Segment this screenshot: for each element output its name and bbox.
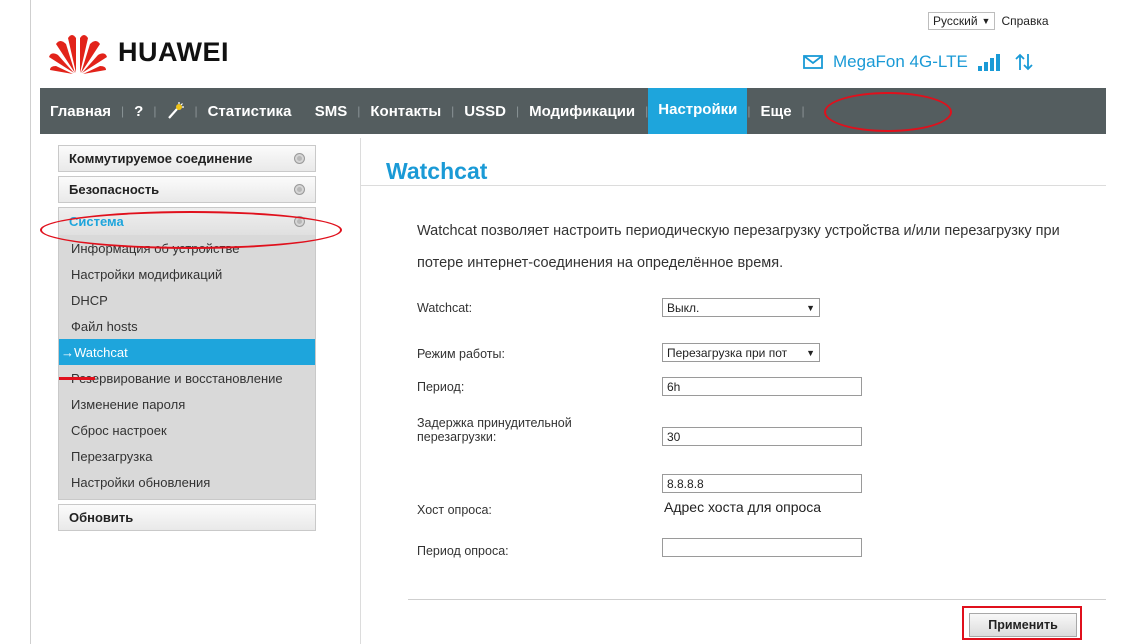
host-label: Хост опроса: [417, 503, 492, 517]
page-title: Watchcat [386, 158, 488, 184]
operator-status: MegaFon 4G-LTE [803, 52, 1034, 72]
delay-input[interactable]: 30 [662, 427, 862, 446]
sidebar-item-backup[interactable]: Резервирование и восстановление [59, 365, 315, 391]
highlight-watchcat-underline [59, 377, 95, 380]
nav-separator: | [801, 104, 805, 118]
sidebar: Коммутируемое соединение Безопасность Си… [58, 145, 316, 535]
form-footer-divider [408, 599, 1106, 600]
sidebar-item-password[interactable]: Изменение пароля [59, 391, 315, 417]
sidebar-system[interactable]: Система [59, 208, 315, 235]
nav-more[interactable]: Еще [751, 88, 802, 134]
wizard-icon [168, 102, 185, 119]
content-divider [360, 138, 361, 644]
collapse-icon [294, 216, 305, 227]
sidebar-item-mod-settings[interactable]: Настройки модификаций [59, 261, 315, 287]
sidebar-system-group: Система Информация об устройстве Настрой… [58, 207, 316, 500]
period-label: Период: [417, 380, 465, 394]
sidebar-dialup-label: Коммутируемое соединение [69, 151, 253, 166]
main-navbar: Главная | ? | | Статистика SMS | Контакт… [40, 88, 1106, 134]
sidebar-item-watchcat[interactable]: →Watchcat [59, 339, 315, 365]
top-links: Русский ▼ Справка [928, 12, 1049, 30]
mode-select[interactable]: Перезагрузка при пот ▼ [662, 343, 820, 362]
envelope-icon[interactable] [803, 55, 823, 69]
poll-period-input[interactable] [662, 538, 862, 557]
nav-ussd[interactable]: USSD [454, 88, 516, 134]
sidebar-item-reboot[interactable]: Перезагрузка [59, 443, 315, 469]
language-select[interactable]: Русский ▼ [928, 12, 996, 30]
sidebar-item-update-settings[interactable]: Настройки обновления [59, 469, 315, 495]
expand-icon [294, 184, 305, 195]
sidebar-item-hosts[interactable]: Файл hosts [59, 313, 315, 339]
help-link[interactable]: Справка [1001, 14, 1048, 28]
poll-period-label: Период опроса: [417, 544, 509, 558]
nav-modifications[interactable]: Модификации [519, 88, 645, 134]
title-divider [360, 185, 1106, 186]
sidebar-item-device-info[interactable]: Информация об устройстве [59, 235, 315, 261]
delay-label: Задержка принудительной перезагрузки: [417, 416, 572, 444]
chevron-down-icon: ▼ [806, 302, 815, 313]
huawei-logo: HUAWEI [48, 30, 229, 74]
nav-sms[interactable]: SMS [305, 88, 358, 134]
watchcat-select[interactable]: Выкл. ▼ [662, 298, 820, 317]
signal-strength-icon [977, 54, 1000, 71]
mode-label: Режим работы: [417, 347, 505, 361]
watchcat-select-value: Выкл. [667, 300, 700, 315]
apply-button[interactable]: Применить [969, 613, 1077, 637]
highlight-apply-box: Применить [962, 606, 1082, 640]
host-input[interactable]: 8.8.8.8 [662, 474, 862, 493]
huawei-flower-icon [49, 35, 107, 74]
host-hint: Адрес хоста для опроса [664, 499, 822, 515]
brand-name: HUAWEI [118, 36, 229, 67]
nav-statistics[interactable]: Статистика [198, 88, 302, 134]
page-description: Watchcat позволяет настроить периодическ… [417, 223, 1060, 271]
sidebar-item-reset[interactable]: Сброс настроек [59, 417, 315, 443]
data-transfer-icon [1015, 53, 1033, 71]
chevron-down-icon: ▼ [981, 16, 991, 26]
sidebar-update-label: Обновить [69, 510, 134, 525]
sidebar-item-dhcp[interactable]: DHCP [59, 287, 315, 313]
sidebar-dialup[interactable]: Коммутируемое соединение [58, 145, 316, 172]
operator-name: MegaFon 4G-LTE [833, 52, 968, 71]
nav-wizard[interactable] [156, 88, 194, 134]
sidebar-system-label: Система [69, 214, 124, 229]
watchcat-label: Watchcat: [417, 301, 473, 315]
nav-settings[interactable]: Настройки [648, 88, 748, 134]
nav-home[interactable]: Главная [40, 88, 121, 134]
mode-select-value: Перезагрузка при пот [667, 345, 788, 360]
sidebar-security[interactable]: Безопасность [58, 176, 316, 203]
sidebar-update[interactable]: Обновить [58, 504, 316, 531]
language-value: Русский [933, 14, 978, 28]
nav-help[interactable]: ? [124, 88, 153, 134]
period-input[interactable]: 6h [662, 377, 862, 396]
expand-icon [294, 153, 305, 164]
nav-contacts[interactable]: Контакты [360, 88, 451, 134]
sidebar-security-label: Безопасность [69, 182, 160, 197]
chevron-down-icon: ▼ [806, 347, 815, 358]
